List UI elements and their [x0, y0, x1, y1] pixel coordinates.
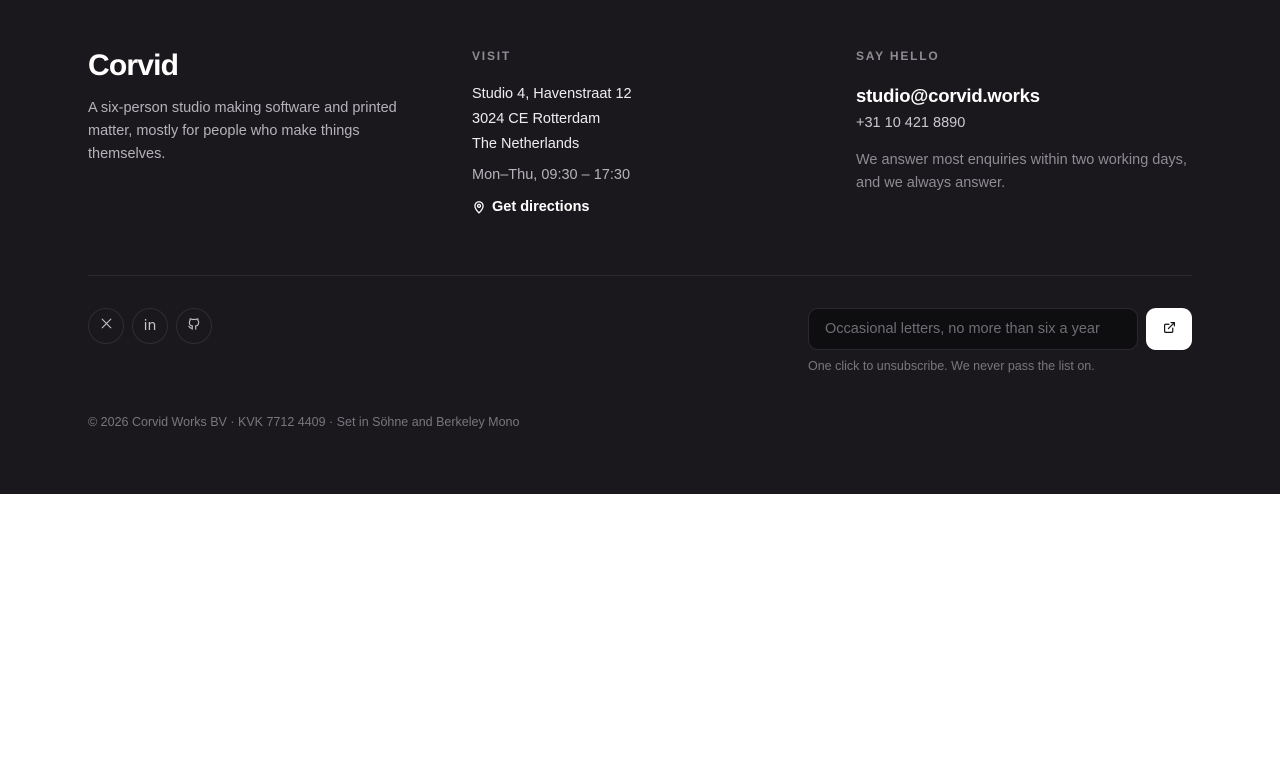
get-directions-link[interactable]: Get directions [472, 197, 792, 217]
visit-heading: VISIT [472, 49, 512, 63]
brand-column: Corvid A six-person studio making softwa… [88, 48, 428, 166]
x-social-button[interactable] [88, 308, 124, 344]
contact-column: SAY HELLO studio@corvid.works +31 10 421… [856, 48, 1192, 195]
visit-column: VISIT Studio 4, Havenstraat 12 3024 CE R… [472, 48, 792, 217]
email-link[interactable]: studio@corvid.works [856, 83, 1192, 109]
address-line: 3024 CE Rotterdam [472, 111, 601, 127]
linkedin-social-button[interactable]: in [132, 308, 168, 344]
newsletter-note: One click to unsubscribe. We never pass … [808, 359, 1095, 373]
newsletter-submit-button[interactable] [1146, 308, 1192, 350]
newsletter-form: One click to unsubscribe. We never pass … [808, 308, 1192, 374]
address-line: The Netherlands [472, 136, 580, 152]
newsletter-email-input[interactable] [808, 308, 1138, 350]
github-social-button[interactable] [176, 308, 212, 344]
opening-hours: Mon–Thu, 09:30 – 17:30 [472, 167, 631, 183]
contact-heading: SAY HELLO [856, 49, 940, 63]
external-link-icon [1163, 321, 1176, 337]
address: Studio 4, Havenstraat 12 3024 CE Rotterd… [472, 82, 792, 157]
reply-note: We answer most enquiries within two work… [856, 152, 1187, 191]
github-icon [187, 317, 201, 336]
map-pin-icon [472, 200, 486, 214]
address-line: Studio 4, Havenstraat 12 [472, 86, 632, 102]
get-directions-label: Get directions [492, 199, 590, 215]
linkedin-icon: in [143, 318, 157, 334]
footer-divider [88, 275, 1192, 276]
newsletter-row [808, 308, 1192, 350]
x-icon [100, 317, 113, 335]
legal-text: © 2026 Corvid Works BV · KVK 7712 4409 ·… [88, 415, 520, 429]
phone-link[interactable]: +31 10 421 8890 [856, 113, 1192, 133]
site-footer: Corvid A six-person studio making softwa… [0, 0, 1280, 494]
brand-name: Corvid [88, 49, 179, 82]
brand-tagline: A six-person studio making software and … [88, 100, 397, 162]
social-links: in [88, 308, 212, 344]
